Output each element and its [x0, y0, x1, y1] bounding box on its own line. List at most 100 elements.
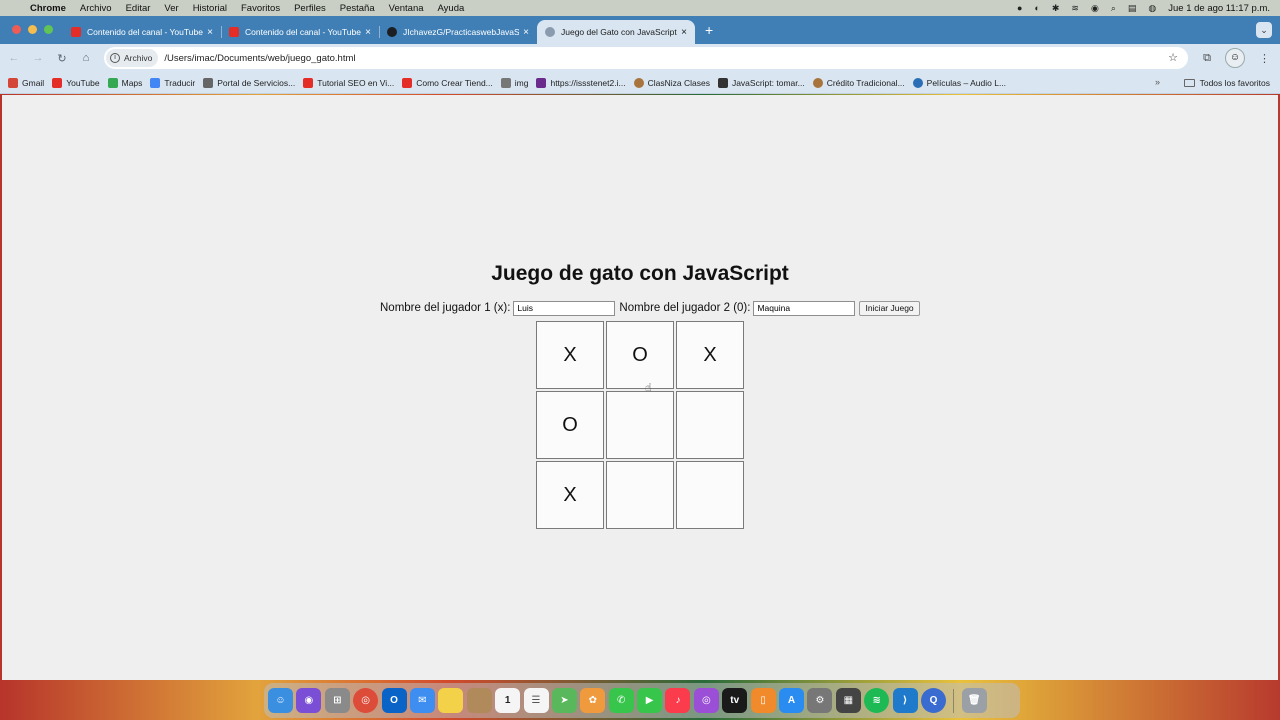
- app-store-icon[interactable]: A: [779, 688, 805, 713]
- close-tab-icon[interactable]: ×: [681, 27, 687, 38]
- bookmark-traducir[interactable]: Traducir: [150, 77, 195, 88]
- menu-pestana[interactable]: Pestaña: [340, 3, 375, 14]
- tab-youtube-2[interactable]: Contenido del canal - YouTube ×: [221, 20, 379, 44]
- home-icon[interactable]: ⌂: [74, 52, 98, 64]
- spotlight-search-icon[interactable]: ⌕: [1111, 3, 1116, 14]
- bookmark-portal-servicios[interactable]: Portal de Servicios...: [203, 77, 296, 88]
- url-text[interactable]: /Users/imac/Documents/web/juego_gato.htm…: [164, 53, 355, 64]
- spotify-icon[interactable]: ≋: [864, 688, 890, 713]
- menu-ver[interactable]: Ver: [164, 3, 178, 14]
- menu-archivo[interactable]: Archivo: [80, 3, 112, 14]
- books-icon[interactable]: ▯: [750, 688, 776, 713]
- player1-name-input[interactable]: [513, 300, 616, 316]
- bookmark-crear-tienda[interactable]: Como Crear Tiend...: [402, 77, 493, 88]
- bookmarks-overflow-icon[interactable]: »: [1155, 77, 1160, 87]
- bookmark-youtube[interactable]: YouTube: [52, 77, 100, 88]
- menu-historial[interactable]: Historial: [193, 3, 227, 14]
- forward-arrow-icon[interactable]: →: [26, 52, 50, 64]
- player2-name-input[interactable]: [753, 300, 856, 316]
- bookmark-img[interactable]: img: [500, 77, 528, 88]
- bookmark-star-icon[interactable]: ☆: [1168, 51, 1178, 64]
- menu-editar[interactable]: Editar: [126, 3, 151, 14]
- bookmark-credito[interactable]: Crédito Tradicional...: [812, 77, 905, 88]
- menubar-status-area: ● ◐ ✱ ≋ ◉ ⌕ ▤ ◍ Jue 1 de ago 11:17 p.m.: [1017, 0, 1270, 16]
- wifi-icon[interactable]: ≋: [1071, 3, 1079, 14]
- quicktime-icon[interactable]: Q: [920, 688, 946, 713]
- notes-icon[interactable]: [438, 688, 464, 713]
- maps-icon[interactable]: ➤: [551, 688, 577, 713]
- board-cell-8[interactable]: [676, 461, 744, 529]
- board-cell-5[interactable]: [676, 391, 744, 459]
- site-info-chip[interactable]: i Archivo: [106, 49, 159, 67]
- messages-icon[interactable]: ✆: [608, 688, 634, 713]
- music-icon[interactable]: ♪: [665, 688, 691, 713]
- calculator-icon[interactable]: ▦: [835, 688, 861, 713]
- board-cell-6[interactable]: X: [536, 461, 604, 529]
- back-arrow-icon[interactable]: ←: [2, 52, 26, 64]
- bookmark-clasniza[interactable]: ClasNiza Clases: [633, 77, 710, 88]
- mail-icon[interactable]: ✉: [409, 688, 435, 713]
- calendar-icon[interactable]: 1: [495, 688, 521, 713]
- all-bookmarks-folder[interactable]: Todos los favoritos: [1183, 72, 1270, 94]
- close-window-button[interactable]: [12, 25, 21, 34]
- menu-app-name[interactable]: Chrome: [30, 3, 66, 14]
- record-icon[interactable]: ●: [1017, 3, 1022, 13]
- reload-icon[interactable]: ↻: [50, 52, 74, 65]
- menu-perfiles[interactable]: Perfiles: [294, 3, 326, 14]
- tab-search-dropdown-icon[interactable]: ⌄: [1256, 22, 1272, 38]
- system-settings-icon[interactable]: ⚙: [807, 688, 833, 713]
- close-tab-icon[interactable]: ×: [207, 27, 213, 38]
- toggle-icon[interactable]: ◐: [1034, 3, 1039, 13]
- siri-icon[interactable]: ◉: [296, 688, 322, 713]
- new-tab-button[interactable]: +: [705, 22, 713, 44]
- podcasts-icon[interactable]: ◎: [693, 688, 719, 713]
- close-tab-icon[interactable]: ×: [365, 27, 371, 38]
- menu-ayuda[interactable]: Ayuda: [438, 3, 465, 14]
- contacts-icon[interactable]: [466, 688, 492, 713]
- vscode-icon[interactable]: ⟩: [892, 688, 918, 713]
- bookmark-gmail[interactable]: Gmail: [8, 77, 44, 88]
- user-switch-icon[interactable]: ◉: [1091, 3, 1099, 14]
- outlook-icon[interactable]: O: [381, 688, 407, 713]
- reminders-icon[interactable]: ☰: [523, 688, 549, 713]
- menu-favoritos[interactable]: Favoritos: [241, 3, 280, 14]
- facetime-icon[interactable]: ▶: [637, 688, 663, 713]
- zoom-window-button[interactable]: [44, 25, 53, 34]
- control-center-icon[interactable]: ▤: [1128, 3, 1137, 14]
- bookmark-label: Portal de Servicios...: [217, 77, 296, 88]
- start-game-button[interactable]: Iniciar Juego: [859, 300, 920, 316]
- more-menu-icon[interactable]: ⋮: [1259, 52, 1270, 65]
- close-tab-icon[interactable]: ×: [523, 27, 529, 38]
- board-cell-4[interactable]: [606, 391, 674, 459]
- board-cell-0[interactable]: X: [536, 321, 604, 389]
- bookmark-issstenet[interactable]: https://issstenet2.i...: [536, 77, 626, 88]
- bookmark-javascript[interactable]: JavaScript: tomar...: [717, 77, 805, 88]
- tab-github[interactable]: JIchavezG/PracticaswebJavaScript ×: [379, 20, 537, 44]
- board-cell-7[interactable]: [606, 461, 674, 529]
- board-cell-3[interactable]: O: [536, 391, 604, 459]
- board-cell-2[interactable]: X: [676, 321, 744, 389]
- menubar-clock[interactable]: Jue 1 de ago 11:17 p.m.: [1168, 3, 1270, 14]
- maps-icon: [107, 77, 118, 88]
- launchpad-icon[interactable]: ⊞: [324, 688, 350, 713]
- trash-icon[interactable]: 🗑: [961, 688, 987, 713]
- apple-tv-icon[interactable]: tv: [722, 688, 748, 713]
- profile-avatar-icon[interactable]: ☺: [1225, 48, 1245, 68]
- minimize-window-button[interactable]: [28, 25, 37, 34]
- extensions-icon[interactable]: ⧉: [1203, 52, 1211, 65]
- tab-juego-gato[interactable]: Juego del Gato con JavaScript ×: [537, 20, 695, 44]
- bluetooth-icon[interactable]: ✱: [1052, 3, 1060, 14]
- address-bar[interactable]: i Archivo /Users/imac/Documents/web/jueg…: [104, 47, 1188, 69]
- siri-icon[interactable]: ◍: [1148, 3, 1156, 14]
- photos-icon[interactable]: ✿: [580, 688, 606, 713]
- menu-ventana[interactable]: Ventana: [389, 3, 424, 14]
- image-icon: [500, 77, 511, 88]
- bookmark-tutorial-seo[interactable]: Tutorial SEO en Vi...: [303, 77, 394, 88]
- bookmark-maps[interactable]: Maps: [107, 77, 142, 88]
- board-cell-1[interactable]: O: [606, 321, 674, 389]
- finder-icon[interactable]: ☺: [268, 688, 293, 713]
- bookmark-label: Crédito Tradicional...: [826, 77, 905, 88]
- tab-youtube-1[interactable]: Contenido del canal - YouTube ×: [63, 20, 221, 44]
- chrome-icon[interactable]: ◎: [353, 688, 379, 713]
- bookmark-peliculas[interactable]: Películas – Audio L...: [912, 77, 1006, 88]
